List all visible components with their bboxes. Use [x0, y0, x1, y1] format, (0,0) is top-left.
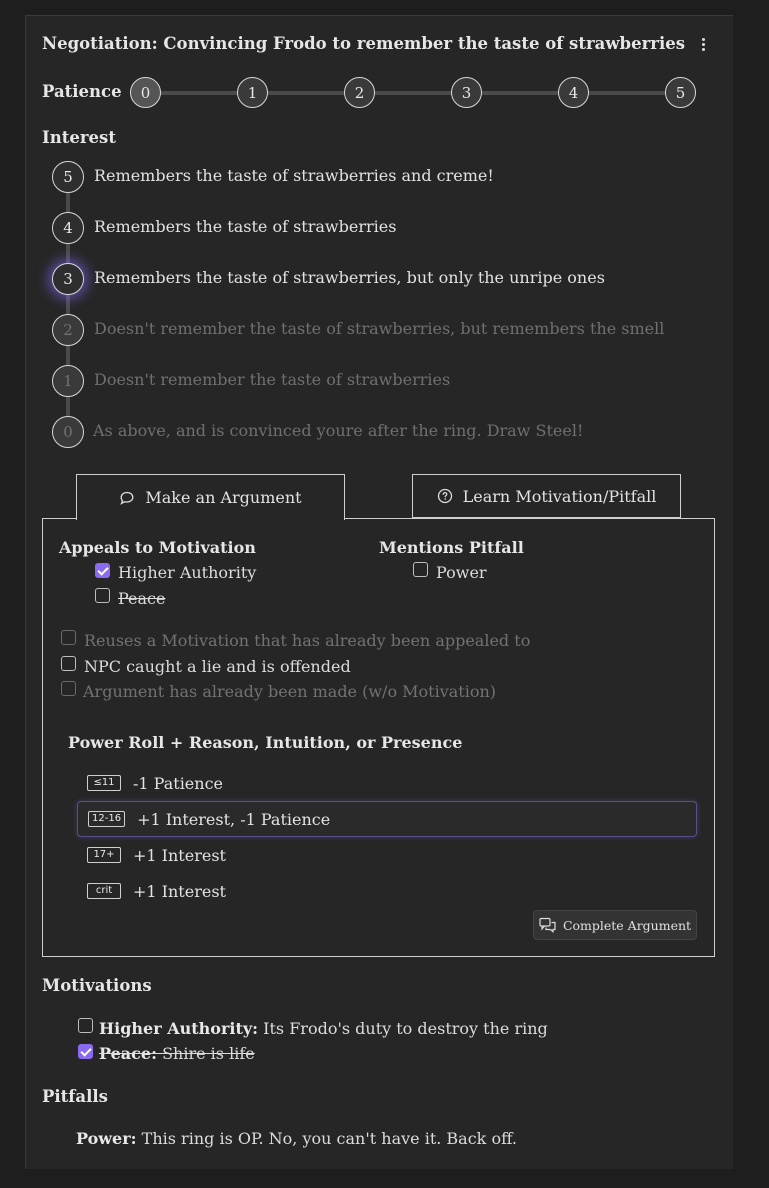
interest-label: Interest	[42, 128, 116, 147]
motivation-higher-authority-checkbox[interactable]	[78, 1018, 93, 1033]
negotiation-card: Negotiation: Convincing Frodo to remembe…	[25, 15, 733, 1169]
appeal-higher-authority-label: Higher Authority	[118, 563, 257, 582]
modifier-lie-checkbox[interactable]	[61, 656, 76, 671]
outcome-row-tier1: ≤11 -1 Patience	[77, 765, 697, 801]
question-circle-icon	[437, 488, 452, 504]
patience-node-0[interactable]: 0	[130, 77, 161, 108]
appeal-peace-label: Peace	[118, 589, 166, 608]
patience-node-4[interactable]: 4	[558, 77, 589, 108]
pitfall-power-label: Power	[436, 563, 487, 582]
outcome-effect: +1 Interest	[133, 845, 226, 865]
tab-learn-motivation-label: Learn Motivation/Pitfall	[462, 486, 657, 506]
modifier-repeat-checkbox[interactable]	[61, 681, 76, 696]
pitfall-power-checkbox[interactable]	[413, 562, 428, 577]
modifier-reuse-label: Reuses a Motivation that has already bee…	[84, 631, 531, 650]
tab-make-argument[interactable]: Make an Argument	[76, 474, 345, 520]
interest-text-2: Doesn't remember the taste of strawberri…	[94, 319, 665, 338]
interest-text-5: Remembers the taste of strawberries and …	[94, 166, 494, 185]
outcome-effect: +1 Interest, -1 Patience	[137, 809, 331, 829]
modifier-reuse-checkbox[interactable]	[61, 630, 76, 645]
interest-text-4: Remembers the taste of strawberries	[94, 217, 397, 236]
power-roll-label: Power Roll + Reason, Intuition, or Prese…	[68, 733, 463, 752]
pitfall-label: Mentions Pitfall	[379, 538, 524, 557]
tier-badge: 17+	[87, 847, 121, 863]
interest-node-2[interactable]: 2	[52, 314, 84, 346]
argument-panel: Appeals to Motivation Higher Authority P…	[42, 518, 715, 957]
outcome-effect: +1 Interest	[133, 881, 226, 901]
appeal-peace-checkbox[interactable]	[95, 588, 110, 603]
interest-node-5[interactable]: 5	[52, 161, 84, 193]
motivation-name: Higher Authority:	[99, 1019, 259, 1038]
complete-argument-label: Complete Argument	[562, 917, 692, 933]
interest-node-1[interactable]: 1	[52, 365, 84, 397]
tab-make-argument-label: Make an Argument	[145, 488, 302, 507]
more-vertical-icon[interactable]	[698, 38, 708, 56]
tier-badge: ≤11	[87, 775, 121, 791]
motivation-peace-checkbox[interactable]	[78, 1044, 93, 1059]
complete-argument-button[interactable]: Complete Argument	[533, 910, 697, 940]
negotiation-title: Negotiation: Convincing Frodo to remembe…	[42, 34, 686, 53]
modifier-repeat-label: Argument has already been made (w/o Moti…	[83, 682, 497, 701]
motivations-label: Motivations	[42, 976, 152, 995]
patience-node-3[interactable]: 3	[451, 77, 482, 108]
appeal-higher-authority-checkbox[interactable]	[95, 563, 110, 578]
tab-learn-motivation[interactable]: Learn Motivation/Pitfall	[412, 474, 681, 518]
pitfalls-label: Pitfalls	[42, 1087, 108, 1106]
motivation-desc: Shire is life	[162, 1044, 255, 1063]
outcome-row-crit: crit +1 Interest	[77, 873, 697, 909]
motivation-peace: Peace: Shire is life	[99, 1044, 255, 1063]
motivation-desc: Its Frodo's duty to destroy the ring	[263, 1019, 548, 1038]
speech-bubble-icon	[120, 491, 134, 505]
tier-badge: 12-16	[88, 811, 126, 827]
outcome-effect: -1 Patience	[133, 773, 224, 793]
chat-bubbles-icon	[539, 917, 556, 933]
pitfall-desc: This ring is OP. No, you can't have it. …	[141, 1129, 517, 1148]
outcome-row-tier2: 12-16 +1 Interest, -1 Patience	[77, 801, 697, 837]
modifier-lie-label: NPC caught a lie and is offended	[84, 657, 351, 676]
interest-node-3-current[interactable]: 3	[52, 263, 84, 295]
tier-badge: crit	[87, 883, 121, 899]
patience-node-1[interactable]: 1	[237, 77, 268, 108]
patience-node-2[interactable]: 2	[344, 77, 375, 108]
motivation-name: Peace:	[99, 1044, 157, 1063]
patience-label: Patience	[42, 82, 122, 101]
pitfall-power: Power: This ring is OP. No, you can't ha…	[76, 1129, 517, 1148]
motivation-higher-authority: Higher Authority: Its Frodo's duty to de…	[99, 1019, 548, 1038]
outcome-row-tier3: 17+ +1 Interest	[77, 837, 697, 873]
pitfall-name: Power:	[76, 1129, 137, 1148]
interest-text-1: Doesn't remember the taste of strawberri…	[94, 370, 451, 389]
interest-node-0[interactable]: 0	[52, 416, 84, 448]
interest-text-3: Remembers the taste of strawberries, but…	[94, 268, 605, 287]
interest-node-4[interactable]: 4	[52, 212, 84, 244]
patience-node-5[interactable]: 5	[665, 77, 696, 108]
appeals-label: Appeals to Motivation	[59, 538, 256, 557]
patience-track	[146, 91, 681, 95]
interest-text-0: As above, and is convinced youre after t…	[93, 421, 584, 440]
